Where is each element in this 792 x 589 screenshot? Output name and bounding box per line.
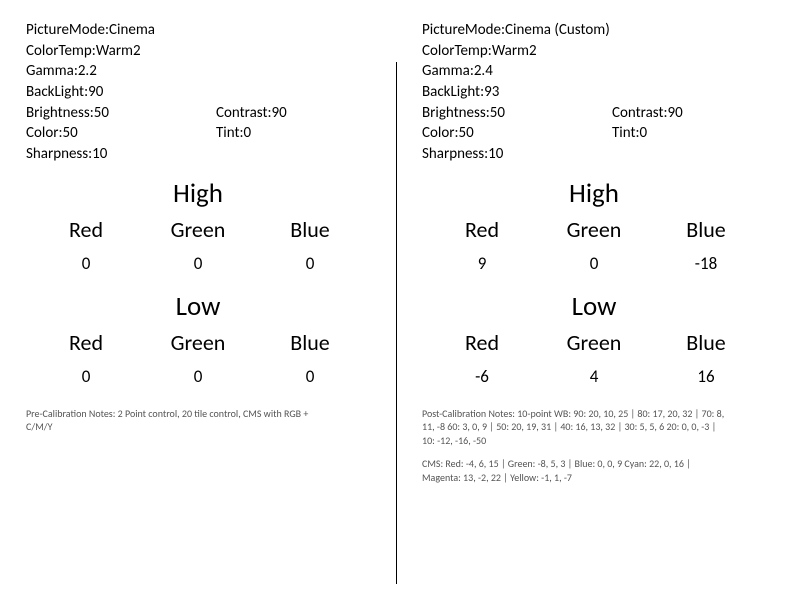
col-green: Green [142, 329, 254, 356]
label-colortemp: ColorTemp [26, 41, 96, 62]
col-red: Red [30, 329, 142, 356]
col-red: Red [426, 216, 538, 243]
label-backlight: BackLight [422, 82, 484, 103]
left-low-red: 0 [30, 366, 142, 387]
right-high-red: 9 [426, 253, 538, 274]
left-high-red: 0 [30, 253, 142, 274]
right-high-green: 0 [538, 253, 650, 274]
post-notes-cms: CMS: Red: -4, 6, 15 | Green: -8, 5, 3 | … [422, 457, 726, 484]
col-red: Red [30, 216, 142, 243]
label-tint: Tint [216, 123, 244, 144]
label-colortemp: ColorTemp [422, 41, 492, 62]
value-sharpness: 10 [92, 144, 107, 165]
value-backlight: 90 [88, 82, 103, 103]
value-picturemode: Cinema [109, 20, 155, 41]
pre-notes-text: Pre-Calibration Notes: 2 Point control, … [26, 407, 330, 434]
value-sharpness: 10 [488, 144, 503, 165]
heading-low: Low [422, 290, 766, 323]
label-contrast: Contrast [216, 103, 272, 124]
col-green: Green [142, 216, 254, 243]
left-low-green: 0 [142, 366, 254, 387]
left-high-green: 0 [142, 253, 254, 274]
label-sharpness: Sharpness [26, 144, 92, 165]
vertical-divider [396, 62, 397, 584]
table-high-left: Red0 Green0 Blue0 [26, 216, 370, 280]
table-low-left: Red0 Green0 Blue0 [26, 329, 370, 393]
post-notes-wb: Post-Calibration Notes: 10-point WB: 90:… [422, 407, 726, 448]
value-tint: 0 [640, 123, 648, 144]
col-red: Red [426, 329, 538, 356]
value-contrast: 90 [272, 103, 287, 124]
right-low-green: 4 [538, 366, 650, 387]
post-calibration-notes: Post-Calibration Notes: 10-point WB: 90:… [422, 407, 766, 485]
left-low-blue: 0 [254, 366, 366, 387]
value-tint: 0 [244, 123, 252, 144]
pre-calibration-notes: Pre-Calibration Notes: 2 Point control, … [26, 407, 370, 434]
right-low-red: -6 [426, 366, 538, 387]
col-blue: Blue [254, 329, 366, 356]
right-high-blue: -18 [650, 253, 762, 274]
value-picturemode: Cinema (Custom) [505, 20, 610, 41]
settings-block-right: PictureModeCinema (Custom) ColorTempWarm… [422, 20, 766, 165]
heading-high: High [422, 177, 766, 210]
col-green: Green [538, 216, 650, 243]
table-low-right: Red -6 Green 4 Blue 16 [422, 329, 766, 393]
value-backlight: 93 [484, 82, 499, 103]
label-brightness: Brightness [422, 103, 490, 124]
value-gamma: 2.4 [474, 61, 493, 82]
right-low-blue: 16 [650, 366, 762, 387]
label-backlight: BackLight [26, 82, 88, 103]
value-colortemp: Warm2 [492, 41, 537, 62]
panel-pre-calibration: PictureModeCinema ColorTempWarm2 Gamma2.… [0, 0, 396, 589]
col-green: Green [538, 329, 650, 356]
heading-high: High [26, 177, 370, 210]
label-color: Color [422, 123, 459, 144]
label-contrast: Contrast [612, 103, 668, 124]
value-contrast: 90 [668, 103, 683, 124]
col-blue: Blue [254, 216, 366, 243]
col-blue: Blue [650, 216, 762, 243]
label-sharpness: Sharpness [422, 144, 488, 165]
settings-block-left: PictureModeCinema ColorTempWarm2 Gamma2.… [26, 20, 370, 165]
label-tint: Tint [612, 123, 640, 144]
value-color: 50 [63, 123, 78, 144]
value-brightness: 50 [490, 103, 505, 124]
table-high-right: Red 9 Green 0 Blue -18 [422, 216, 766, 280]
panel-post-calibration: PictureModeCinema (Custom) ColorTempWarm… [396, 0, 792, 589]
label-picturemode: PictureMode [422, 20, 505, 41]
label-gamma: Gamma [26, 61, 78, 82]
col-blue: Blue [650, 329, 762, 356]
label-picturemode: PictureMode [26, 20, 109, 41]
heading-low: Low [26, 290, 370, 323]
value-gamma: 2.2 [78, 61, 97, 82]
value-colortemp: Warm2 [96, 41, 141, 62]
value-color: 50 [459, 123, 474, 144]
label-color: Color [26, 123, 63, 144]
value-brightness: 50 [94, 103, 109, 124]
left-high-blue: 0 [254, 253, 366, 274]
label-brightness: Brightness [26, 103, 94, 124]
label-gamma: Gamma [422, 61, 474, 82]
